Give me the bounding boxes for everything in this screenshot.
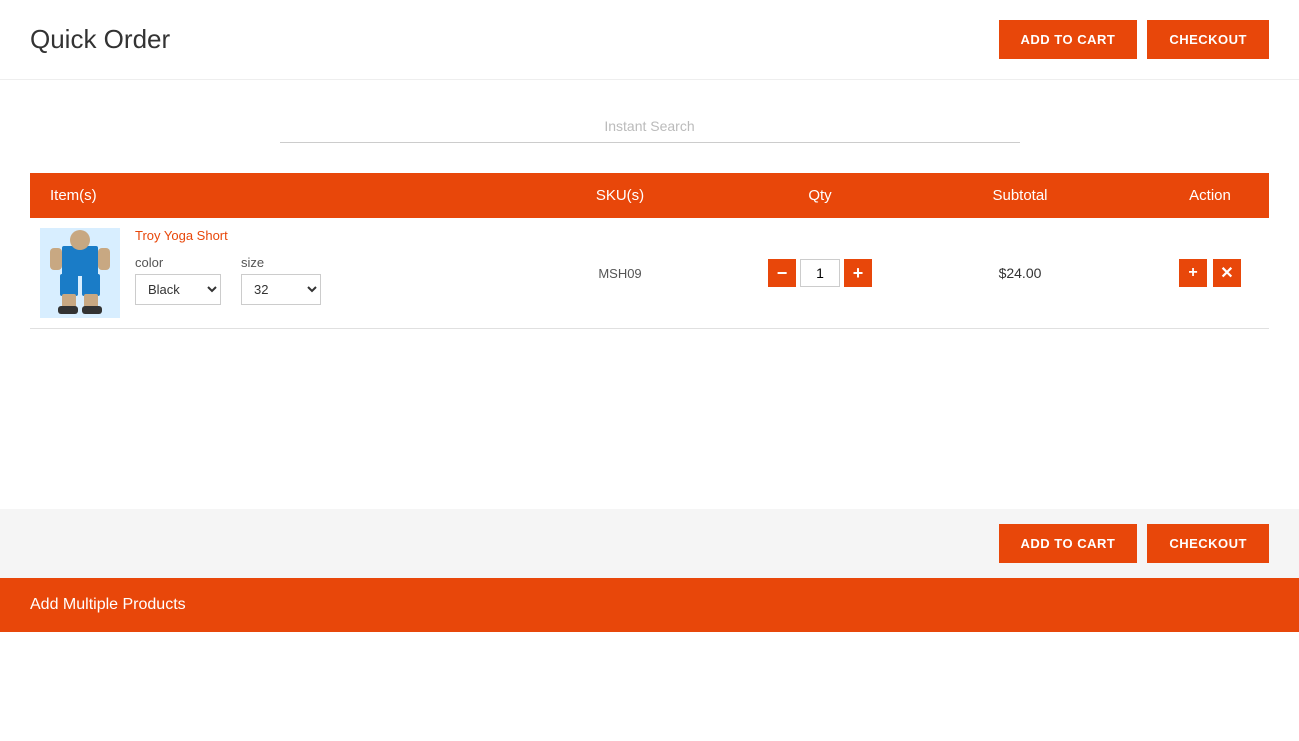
- table-header: Item(s) SKU(s) Qty Subtotal Action: [30, 173, 1269, 218]
- size-select[interactable]: 32: [241, 274, 321, 305]
- color-label: color: [135, 255, 221, 270]
- qty-increase-button[interactable]: +: [844, 259, 872, 287]
- add-to-cart-button-bottom[interactable]: ADD TO CART: [999, 524, 1138, 563]
- action-add-button[interactable]: +: [1179, 259, 1207, 287]
- add-to-cart-button-top[interactable]: ADD TO CART: [999, 20, 1138, 59]
- checkout-button-top[interactable]: CHECKOUT: [1147, 20, 1269, 59]
- product-cell: Troy Yoga Short color Black size 32: [40, 228, 520, 318]
- search-section: [0, 80, 1299, 163]
- footer-bar: ADD TO CART CHECKOUT: [0, 509, 1299, 578]
- add-multiple-section: Add Multiple Products: [0, 578, 1299, 632]
- col-qty: Qty: [720, 187, 920, 204]
- product-image-svg: [40, 228, 120, 318]
- action-cell: + ✕: [1120, 259, 1299, 287]
- add-multiple-label: Add Multiple Products: [30, 596, 186, 613]
- header-buttons: ADD TO CART CHECKOUT: [999, 20, 1269, 59]
- product-image: [40, 228, 120, 318]
- col-action: Action: [1120, 187, 1299, 204]
- size-label: size: [241, 255, 321, 270]
- page-title: Quick Order: [30, 24, 170, 55]
- qty-cell: − +: [720, 259, 920, 287]
- header: Quick Order ADD TO CART CHECKOUT: [0, 0, 1299, 80]
- qty-decrease-button[interactable]: −: [768, 259, 796, 287]
- qty-input[interactable]: [800, 259, 840, 287]
- search-input[interactable]: [280, 110, 1020, 143]
- action-remove-button[interactable]: ✕: [1213, 259, 1241, 287]
- sku-cell: MSH09: [520, 266, 720, 281]
- checkout-button-bottom[interactable]: CHECKOUT: [1147, 524, 1269, 563]
- table-row: Troy Yoga Short color Black size 32: [30, 218, 1269, 329]
- col-items: Item(s): [40, 187, 520, 204]
- col-subtotal: Subtotal: [920, 187, 1120, 204]
- page-wrapper: Quick Order ADD TO CART CHECKOUT Item(s)…: [0, 0, 1299, 741]
- col-skus: SKU(s): [520, 187, 720, 204]
- color-option-group: color Black: [135, 255, 221, 305]
- table-section: Item(s) SKU(s) Qty Subtotal Action: [0, 173, 1299, 329]
- color-select[interactable]: Black: [135, 274, 221, 305]
- options-row: color Black size 32: [135, 255, 321, 305]
- subtotal-cell: $24.00: [920, 265, 1120, 281]
- product-name[interactable]: Troy Yoga Short: [135, 228, 321, 243]
- product-info: Troy Yoga Short color Black size 32: [135, 228, 321, 305]
- size-option-group: size 32: [241, 255, 321, 305]
